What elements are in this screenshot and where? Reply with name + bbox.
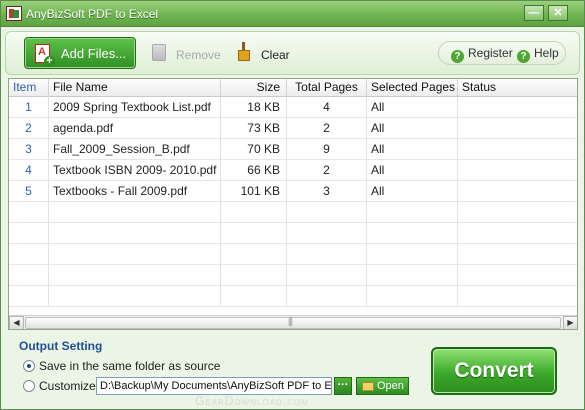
help-group: ? Register ? Help [438, 41, 566, 65]
empty-row [9, 265, 577, 286]
col-header-selected-pages[interactable]: Selected Pages [367, 79, 458, 97]
horizontal-scrollbar[interactable]: ◀ ▶ [9, 315, 577, 329]
app-icon [6, 6, 22, 21]
cell-selected-pages[interactable]: All [367, 181, 458, 202]
cell-total-pages: 4 [287, 97, 367, 118]
question-icon: ? [451, 50, 464, 63]
open-folder-button[interactable]: Open [356, 377, 409, 395]
add-files-button[interactable]: Add Files... [24, 37, 136, 69]
table-header: Item File Name Size Total Pages Selected… [9, 79, 577, 97]
add-pdf-icon [35, 44, 55, 67]
empty-row [9, 202, 577, 223]
cell-file-name: agenda.pdf [49, 118, 221, 139]
same-folder-label[interactable]: Save in the same folder as source [39, 359, 220, 373]
cell-item: 5 [9, 181, 49, 202]
table-row[interactable]: 4 Textbook ISBN 2009- 2010.pdf 66 KB 2 A… [9, 160, 577, 181]
cell-status [458, 181, 577, 202]
folder-icon [362, 382, 374, 391]
help-label: Help [534, 46, 559, 60]
customize-radio[interactable] [23, 380, 35, 392]
minimize-button[interactable]: — [524, 5, 544, 21]
cell-item: 3 [9, 139, 49, 160]
empty-row [9, 286, 577, 307]
cell-selected-pages[interactable]: All [367, 139, 458, 160]
cell-selected-pages[interactable]: All [367, 160, 458, 181]
title-bar: AnyBizSoft PDF to Excel — ✕ [1, 1, 584, 27]
open-label: Open [377, 380, 404, 392]
help-link[interactable]: ? Help [517, 46, 559, 63]
cell-status [458, 97, 577, 118]
broom-icon [238, 42, 250, 62]
window-title: AnyBizSoft PDF to Excel [26, 7, 159, 21]
col-header-total-pages[interactable]: Total Pages [287, 79, 367, 97]
cell-file-name: Textbook ISBN 2009- 2010.pdf [49, 160, 221, 181]
toolbar: Add Files... Remove Clear ? Register ? Hel… [5, 31, 580, 75]
cell-item: 1 [9, 97, 49, 118]
cell-selected-pages[interactable]: All [367, 118, 458, 139]
table-row[interactable]: 3 Fall_2009_Session_B.pdf 70 KB 9 All [9, 139, 577, 160]
cell-size: 101 KB [221, 181, 287, 202]
app-window: AnyBizSoft PDF to Excel — ✕ Add Files...… [0, 0, 585, 410]
register-link[interactable]: ? Register [451, 46, 513, 63]
convert-button[interactable]: Convert [431, 347, 557, 395]
cell-size: 66 KB [221, 160, 287, 181]
output-setting-title: Output Setting [19, 339, 103, 353]
close-button[interactable]: ✕ [548, 5, 568, 21]
cell-file-name: 2009 Spring Textbook List.pdf [49, 97, 221, 118]
trash-icon [152, 44, 166, 61]
scroll-right-icon[interactable]: ▶ [563, 316, 577, 329]
cell-status [458, 118, 577, 139]
scroll-thumb[interactable] [25, 316, 561, 329]
cell-total-pages: 2 [287, 118, 367, 139]
output-path-input[interactable]: D:\Backup\My Documents\AnyBizSoft PDF to… [96, 377, 332, 395]
cell-item: 2 [9, 118, 49, 139]
cell-size: 70 KB [221, 139, 287, 160]
table-row[interactable]: 5 Textbooks - Fall 2009.pdf 101 KB 3 All [9, 181, 577, 202]
empty-row [9, 223, 577, 244]
cell-total-pages: 2 [287, 160, 367, 181]
add-files-label: Add Files... [61, 46, 127, 61]
question-icon: ? [517, 50, 530, 63]
cell-file-name: Fall_2009_Session_B.pdf [49, 139, 221, 160]
cell-status [458, 160, 577, 181]
browse-button[interactable]: ··· [334, 377, 352, 395]
cell-file-name: Textbooks - Fall 2009.pdf [49, 181, 221, 202]
customize-label[interactable]: Customize [39, 379, 96, 393]
table-row[interactable]: 1 2009 Spring Textbook List.pdf 18 KB 4 … [9, 97, 577, 118]
file-table: Item File Name Size Total Pages Selected… [8, 78, 578, 330]
col-header-file-name[interactable]: File Name [49, 79, 221, 97]
clear-label: Clear [261, 48, 290, 62]
cell-total-pages: 9 [287, 139, 367, 160]
same-folder-radio[interactable] [23, 360, 35, 372]
empty-row [9, 244, 577, 265]
col-header-status[interactable]: Status [458, 79, 577, 97]
register-label: Register [468, 46, 513, 60]
table-row[interactable]: 2 agenda.pdf 73 KB 2 All [9, 118, 577, 139]
remove-label: Remove [176, 48, 221, 62]
cell-size: 18 KB [221, 97, 287, 118]
cell-selected-pages[interactable]: All [367, 97, 458, 118]
cell-total-pages: 3 [287, 181, 367, 202]
scroll-left-icon[interactable]: ◀ [9, 316, 24, 329]
col-header-size[interactable]: Size [221, 79, 287, 97]
cell-item: 4 [9, 160, 49, 181]
cell-size: 73 KB [221, 118, 287, 139]
col-header-item[interactable]: Item [9, 79, 49, 97]
cell-status [458, 139, 577, 160]
watermark-text: GearDownload.com [195, 394, 309, 408]
